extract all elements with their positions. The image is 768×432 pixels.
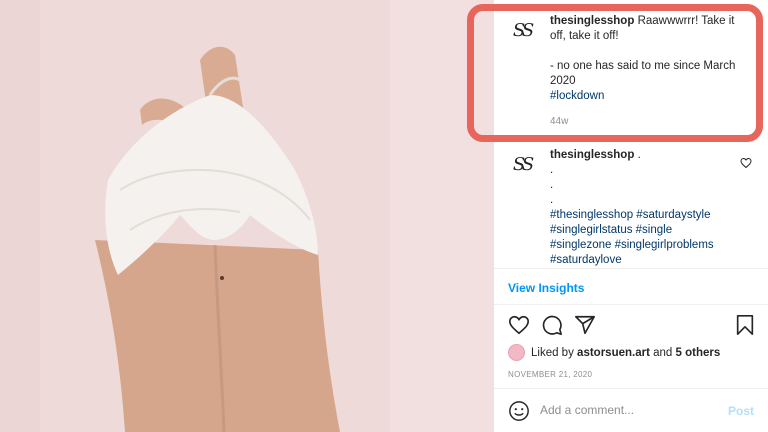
post-button[interactable]: Post	[728, 404, 754, 418]
comment-input[interactable]	[540, 403, 710, 417]
divider	[494, 388, 768, 389]
action-bar	[508, 314, 758, 338]
view-insights-link[interactable]: View Insights	[508, 281, 584, 295]
add-comment-bar: Post	[508, 400, 758, 422]
share-icon[interactable]	[574, 314, 596, 341]
post-photo	[0, 0, 494, 432]
likes-and: and	[653, 346, 673, 359]
comment-dot: .	[550, 164, 554, 176]
comment-timestamp[interactable]: 44w	[550, 114, 750, 129]
comment-like-heart-icon[interactable]	[740, 156, 752, 174]
divider	[494, 268, 768, 269]
comment-username[interactable]: thesinglesshop	[550, 15, 634, 27]
hashtag-link[interactable]: #saturdaylove	[550, 253, 750, 268]
avatar[interactable]: SS	[506, 148, 538, 180]
comment-line: 2020	[550, 75, 576, 87]
hashtag-link[interactable]: #singlezone #singlegirlproblems	[550, 238, 750, 253]
heart-icon[interactable]	[508, 314, 530, 341]
liker-avatar[interactable]	[508, 344, 525, 361]
comment-dot: .	[550, 179, 554, 191]
hashtag-link[interactable]: #singlegirlstatus #single	[550, 223, 750, 238]
post-side-panel: SS thesinglesshop Raawwwrrr! Take it off…	[467, 0, 768, 432]
comment-text: .	[637, 149, 641, 161]
post-date[interactable]: NOVEMBER 21, 2020	[508, 370, 592, 379]
likes-prefix: Liked by	[531, 346, 574, 359]
comment-icon[interactable]	[541, 314, 563, 341]
post-image	[0, 0, 494, 432]
hashtag-link[interactable]: #lockdown	[550, 89, 750, 104]
hashtag-link[interactable]: #thesinglesshop #saturdaystyle	[550, 208, 750, 223]
comment-username[interactable]: thesinglesshop	[550, 149, 634, 161]
avatar[interactable]: SS	[506, 14, 538, 46]
comment-dot: .	[550, 194, 554, 206]
likes-summary: Liked by astorsuen.art and 5 others	[508, 344, 720, 361]
comment-line: - no one has said to me since March	[550, 60, 736, 72]
bookmark-icon[interactable]	[734, 314, 756, 341]
smile-icon[interactable]	[508, 400, 530, 427]
caption-comment: SS thesinglesshop Raawwwrrr! Take it off…	[506, 14, 756, 129]
hashtag-comment: SS thesinglesshop . . . . #thesinglessho…	[506, 148, 756, 268]
likes-others-link[interactable]: 5 others	[676, 347, 721, 359]
divider	[494, 304, 768, 305]
liker-username[interactable]: astorsuen.art	[577, 347, 650, 359]
